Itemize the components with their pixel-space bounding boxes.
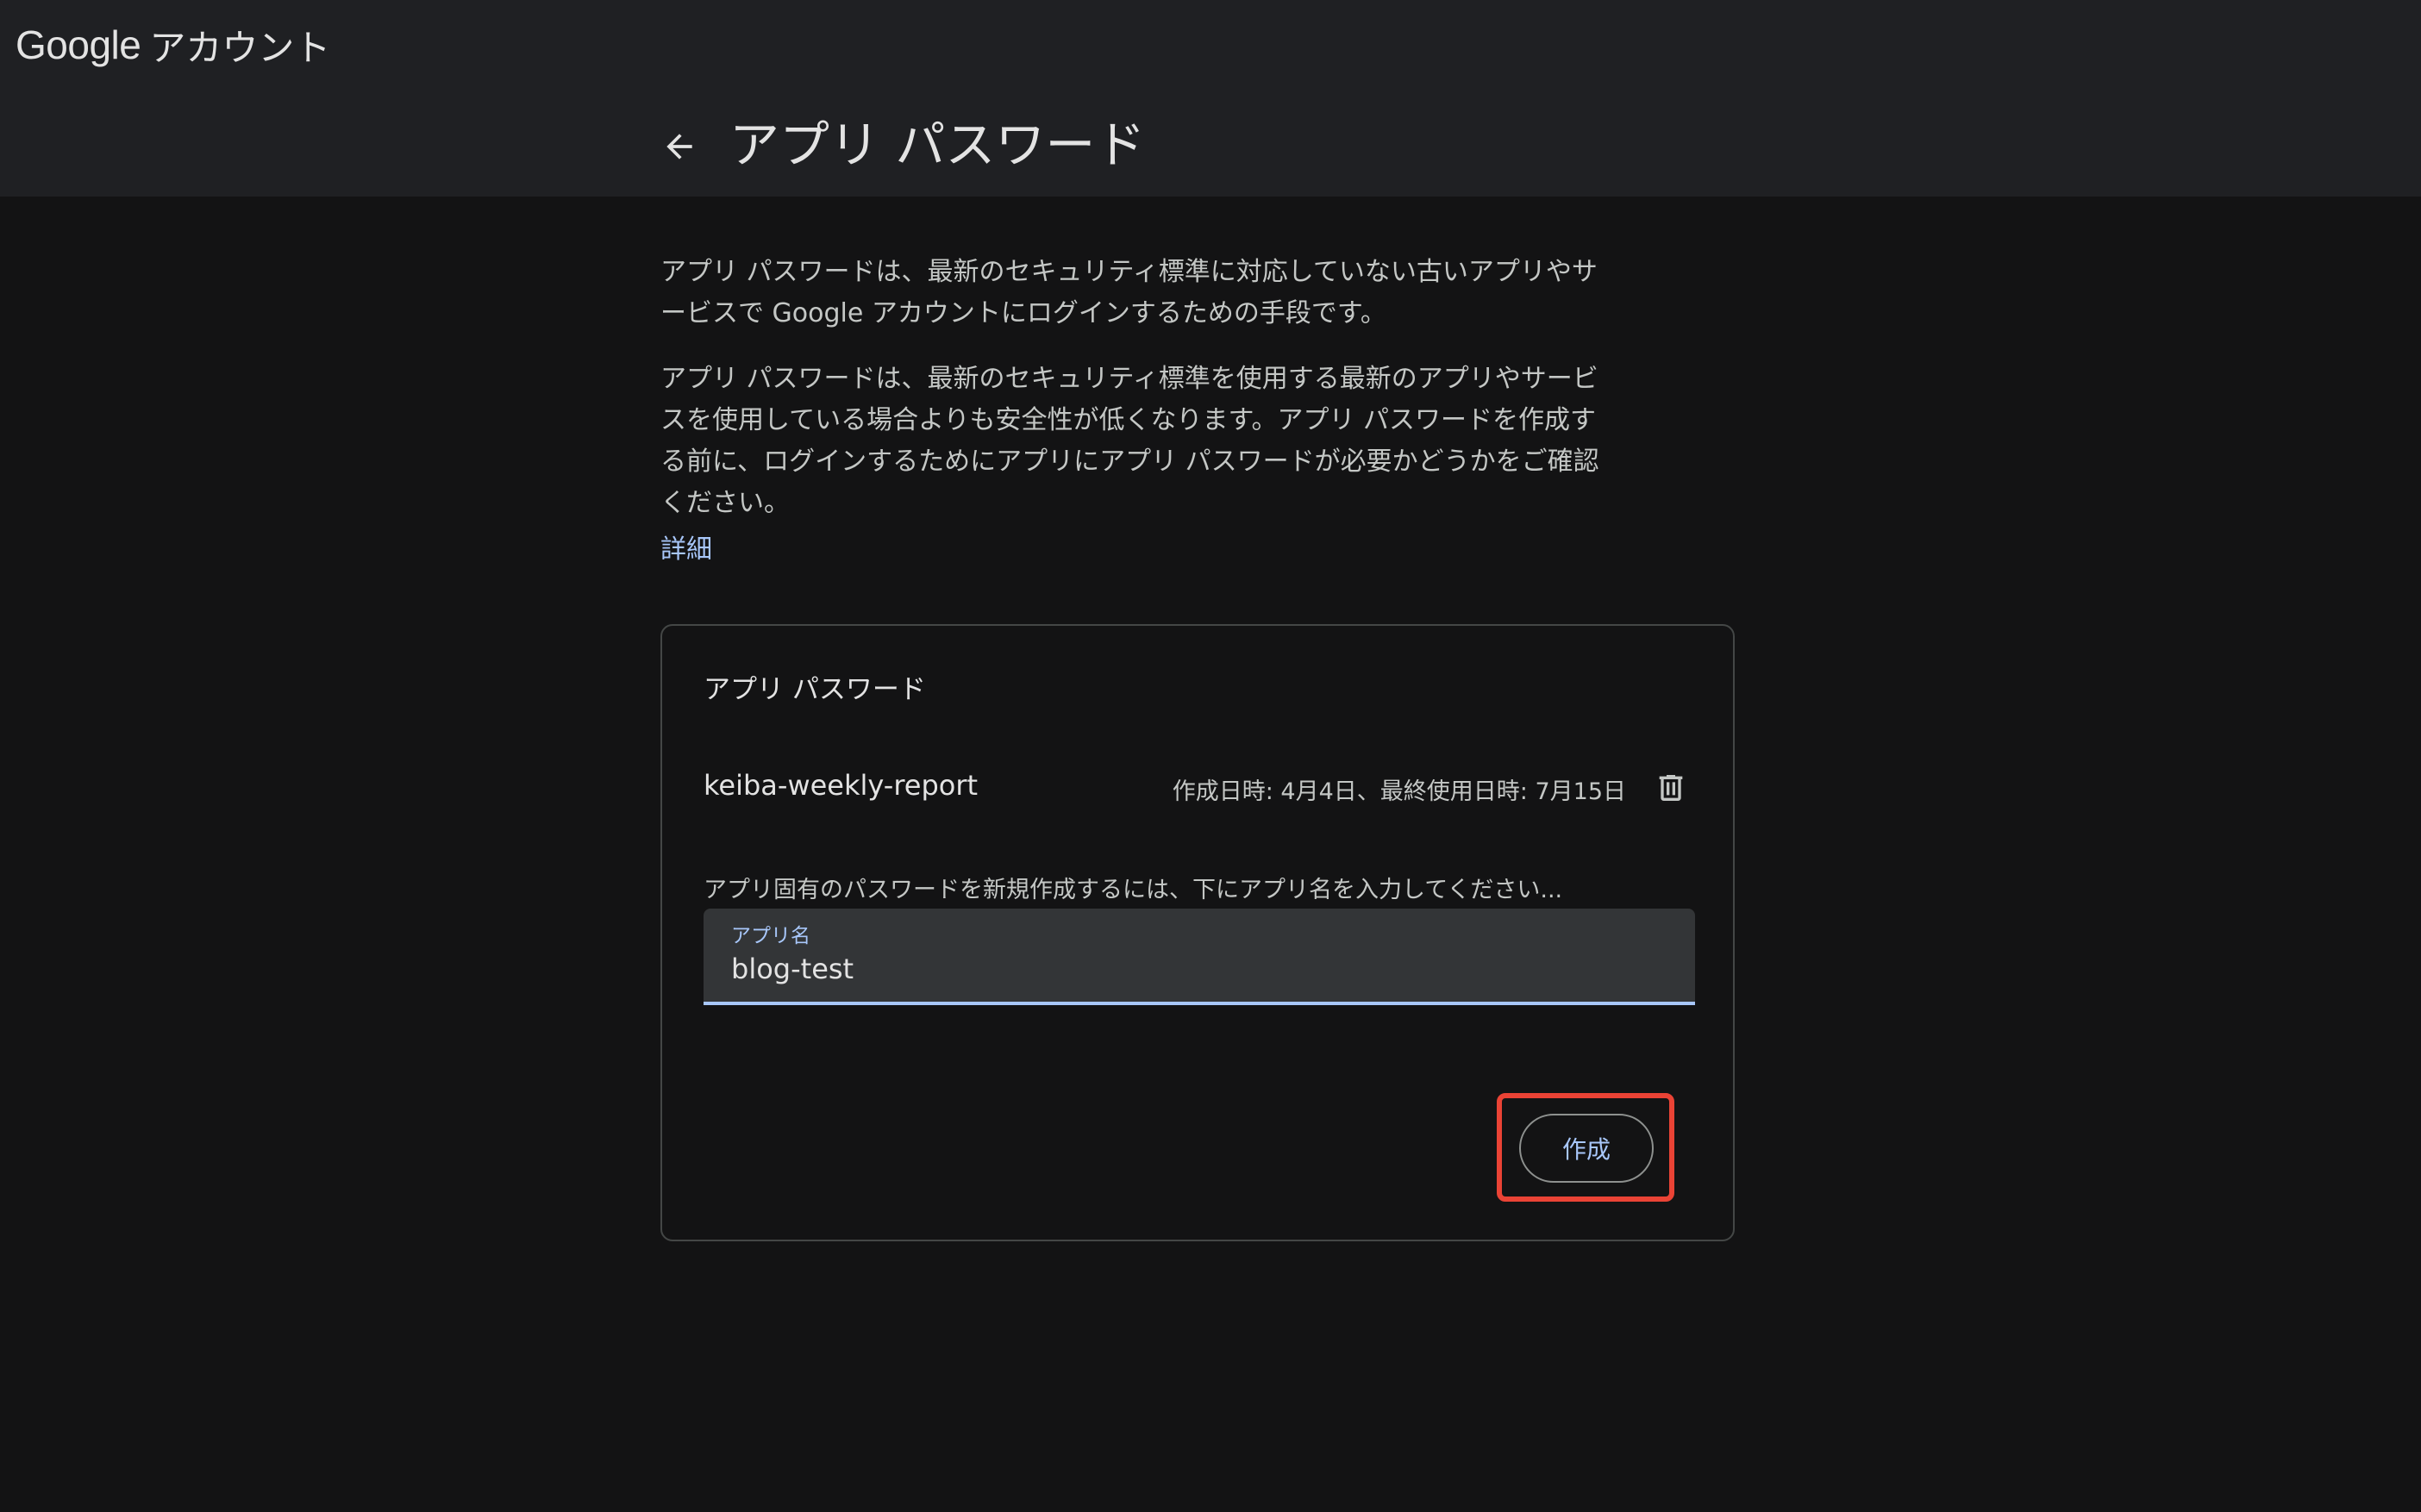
password-meta: 作成日時: 4月4日、最終使用日時: 7月15日 [1172,778,1626,805]
card-title: アプリ パスワード [704,674,926,705]
account-label: アカウント [149,26,331,69]
intro-paragraph-2: アプリ パスワードは、最新のセキュリティ標準を使用する最新のアプリやサービスを使… [660,364,1599,518]
delete-password-button[interactable] [1647,764,1695,812]
password-row: keiba-weekly-report 作成日時: 4月4日、最終使用日時: 7… [704,764,1695,815]
back-button[interactable] [652,119,707,174]
intro-text: アプリ パスワードは、最新のセキュリティ標準に対応していない古いアプリやサービス… [660,252,1617,524]
intro-paragraph-1: アプリ パスワードは、最新のセキュリティ標準に対応していない古いアプリやサービス… [660,257,1598,328]
app-name-input[interactable] [731,948,1662,990]
brand-logo[interactable]: Google アカウント [16,17,330,72]
password-name: keiba-weekly-report [704,769,979,802]
arrow-back-icon [666,134,692,159]
app-name-label: アプリ名 [731,925,810,947]
details-link[interactable]: 詳細 [660,528,712,565]
app-name-field[interactable]: アプリ名 [704,909,1695,1005]
app-passwords-card: アプリ パスワード keiba-weekly-report 作成日時: 4月4日… [660,624,1735,1241]
create-button[interactable]: 作成 [1519,1114,1654,1183]
page-title: アプリ パスワード [729,116,1146,174]
trash-icon [1659,775,1683,801]
new-password-hint: アプリ固有のパスワードを新規作成するには、下にアプリ名を入力してください... [704,877,1563,903]
top-bar: Google アカウント アプリ パスワード [0,0,2421,197]
google-wordmark: Google [16,22,141,67]
